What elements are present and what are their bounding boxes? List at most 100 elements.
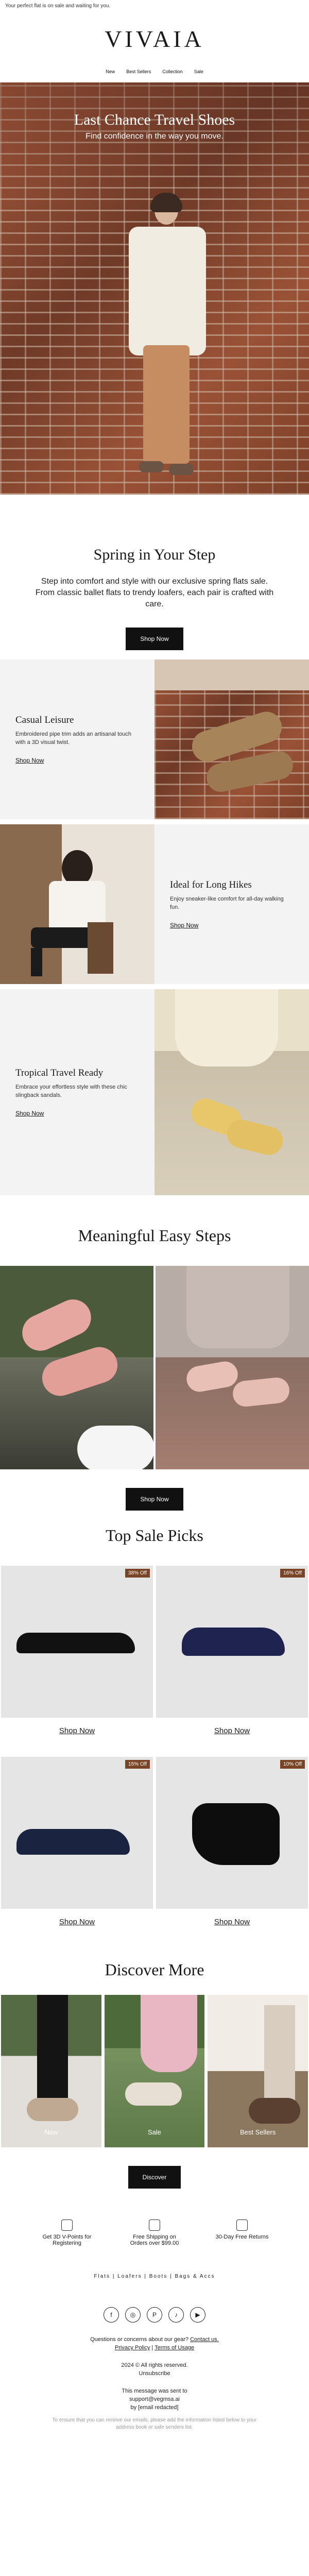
- footer-legal-links: Privacy Policy | Terms of Usage: [114, 2345, 195, 2351]
- discount-badge: 16% Off: [280, 1569, 305, 1578]
- perks-row: Get 3D V-Points for Registering Free Shi…: [0, 2194, 309, 2258]
- picks-title: Top Sale Picks: [106, 1526, 203, 1545]
- facebook-icon[interactable]: f: [104, 2307, 119, 2323]
- brand-logo[interactable]: VIVAIA: [0, 25, 309, 54]
- footer-question: Questions or concerns about our gear?: [90, 2336, 189, 2343]
- perk-returns: 30-Day Free Returns: [214, 2219, 270, 2258]
- sent-to-email: support@vegmsa.ai: [129, 2396, 180, 2402]
- nav-new[interactable]: New: [106, 69, 115, 74]
- footer-category-nav[interactable]: Flats | Loafers | Boots | Bags & Accs: [0, 2258, 309, 2294]
- feature-shop-now-link[interactable]: Shop Now: [15, 1110, 139, 1117]
- tile-label: Sale: [147, 2128, 162, 2136]
- perk-points: Get 3D V-Points for Registering: [39, 2219, 95, 2258]
- steps-image-stone-path[interactable]: [156, 1266, 309, 1469]
- hero-banner[interactable]: Last Chance Travel Shoes Find confidence…: [0, 82, 309, 495]
- product-shop-now-link[interactable]: Shop Now: [156, 1718, 308, 1754]
- discover-tile-sale[interactable]: Sale: [104, 1995, 205, 2147]
- feature-long-hikes: Ideal for Long Hikes Enjoy sneaker-like …: [0, 824, 309, 984]
- coin-icon: [61, 2219, 73, 2231]
- intro-body: Step into comfort and style with our exc…: [35, 577, 274, 608]
- product-card: 10% Off Shop Now: [156, 1757, 308, 1945]
- feature-image-yellow-sandals[interactable]: [154, 989, 309, 1195]
- tiktok-icon[interactable]: ♪: [168, 2307, 184, 2323]
- feature-shop-now-link[interactable]: Shop Now: [170, 922, 294, 929]
- tile-label: Best Sellers: [239, 2128, 276, 2136]
- discover-tile-best-sellers[interactable]: Best Sellers: [208, 1995, 308, 2147]
- nav-collection[interactable]: Collection: [162, 69, 183, 74]
- product-shop-now-link[interactable]: Shop Now: [156, 1909, 308, 1945]
- feature-tropical-travel: Tropical Travel Ready Embrace your effor…: [0, 989, 309, 1195]
- hero-model-figure: [118, 191, 211, 479]
- footer-info: Questions or concerns about our gear? Co…: [0, 2335, 309, 2447]
- pinterest-icon[interactable]: P: [147, 2307, 162, 2323]
- steps-cta-wrap: Shop Now: [0, 1469, 309, 1526]
- privacy-policy-link[interactable]: Privacy Policy: [115, 2345, 150, 2351]
- nav-sale[interactable]: Sale: [194, 69, 203, 74]
- discover-button[interactable]: Discover: [128, 2166, 181, 2189]
- feature-title: Tropical Travel Ready: [15, 1067, 104, 1078]
- youtube-icon[interactable]: ▶: [190, 2307, 205, 2323]
- contact-us-link[interactable]: Contact us.: [190, 2336, 219, 2343]
- shoe-shape: [16, 1829, 130, 1855]
- feature-text-panel: Casual Leisure Embroidered pipe trim add…: [0, 659, 154, 819]
- product-image[interactable]: 10% Off: [156, 1757, 308, 1909]
- product-card: 38% Off Shop Now: [1, 1566, 153, 1754]
- feature-image-seated-model[interactable]: [0, 824, 154, 984]
- nav-best-sellers[interactable]: Best Sellers: [126, 69, 151, 74]
- fine-print: To ensure that you can receive our email…: [52, 2417, 257, 2430]
- feature-text-panel: Ideal for Long Hikes Enjoy sneaker-like …: [154, 824, 309, 984]
- steps-image-pink-loafers[interactable]: [0, 1266, 153, 1469]
- shoe-shape: [182, 1628, 285, 1656]
- product-card: 15% Off Shop Now: [1, 1757, 153, 1945]
- feature-image-feet-on-wall[interactable]: [154, 659, 309, 819]
- steps-shop-now-button[interactable]: Shop Now: [126, 1488, 183, 1511]
- instagram-icon[interactable]: ◎: [125, 2307, 141, 2323]
- product-shop-now-link[interactable]: Shop Now: [1, 1718, 153, 1754]
- intro-shop-now-button[interactable]: Shop Now: [126, 628, 183, 650]
- shoe-shape: [192, 1803, 280, 1865]
- perk-shipping: Free Shipping on Orders over $99.00: [126, 2219, 183, 2258]
- product-card: 16% Off Shop Now: [156, 1566, 308, 1754]
- product-image[interactable]: 16% Off: [156, 1566, 308, 1718]
- intro-title: Spring in Your Step: [93, 546, 216, 563]
- discount-badge: 15% Off: [125, 1760, 150, 1769]
- discount-badge: 10% Off: [280, 1760, 305, 1769]
- discover-tiles: New Sale Best Sellers: [0, 1995, 309, 2147]
- discover-cta-wrap: Discover: [0, 2147, 309, 2194]
- product-image[interactable]: 15% Off: [1, 1757, 153, 1909]
- preheader-text: Your perfect flat is on sale and waiting…: [5, 3, 111, 9]
- shoe-shape: [16, 1633, 135, 1653]
- perk-label: Get 3D V-Points for Registering: [42, 2234, 92, 2246]
- feature-body: Embrace your effortless style with these…: [15, 1084, 127, 1098]
- sent-by-line: by [email redacted]: [130, 2404, 179, 2411]
- hero-subtitle: Find confidence in the way you move.: [85, 132, 224, 141]
- terms-link[interactable]: Terms of Usage: [154, 2345, 194, 2351]
- perk-label: Free Shipping on Orders over $99.00: [130, 2234, 179, 2246]
- footer-question-line: Questions or concerns about our gear? Co…: [0, 2335, 309, 2344]
- discover-title: Discover More: [105, 1960, 204, 1979]
- truck-icon: [149, 2219, 160, 2231]
- discover-tile-new[interactable]: New: [1, 1995, 101, 2147]
- perk-label: 30-Day Free Returns: [215, 2234, 269, 2240]
- brand-header: VIVAIA: [0, 13, 309, 65]
- unsubscribe-link[interactable]: Unsubscribe: [0, 2369, 309, 2378]
- steps-title: Meaningful Easy Steps: [78, 1226, 231, 1245]
- feature-text-panel: Tropical Travel Ready Embrace your effor…: [0, 989, 154, 1195]
- copyright: 2024 © All rights reserved.: [121, 2362, 188, 2368]
- feature-title: Ideal for Long Hikes: [170, 879, 252, 890]
- product-shop-now-link[interactable]: Shop Now: [1, 1909, 153, 1945]
- feature-body: Enjoy sneaker-like comfort for all-day w…: [170, 896, 284, 910]
- product-grid: 38% Off Shop Now 16% Off Shop Now 15% Of…: [0, 1566, 309, 1945]
- product-image[interactable]: 38% Off: [1, 1566, 153, 1718]
- feature-title: Casual Leisure: [15, 715, 74, 725]
- discount-badge: 38% Off: [125, 1569, 150, 1578]
- tile-label: New: [44, 2128, 58, 2136]
- return-box-icon: [236, 2219, 248, 2231]
- feature-shop-now-link[interactable]: Shop Now: [15, 757, 139, 764]
